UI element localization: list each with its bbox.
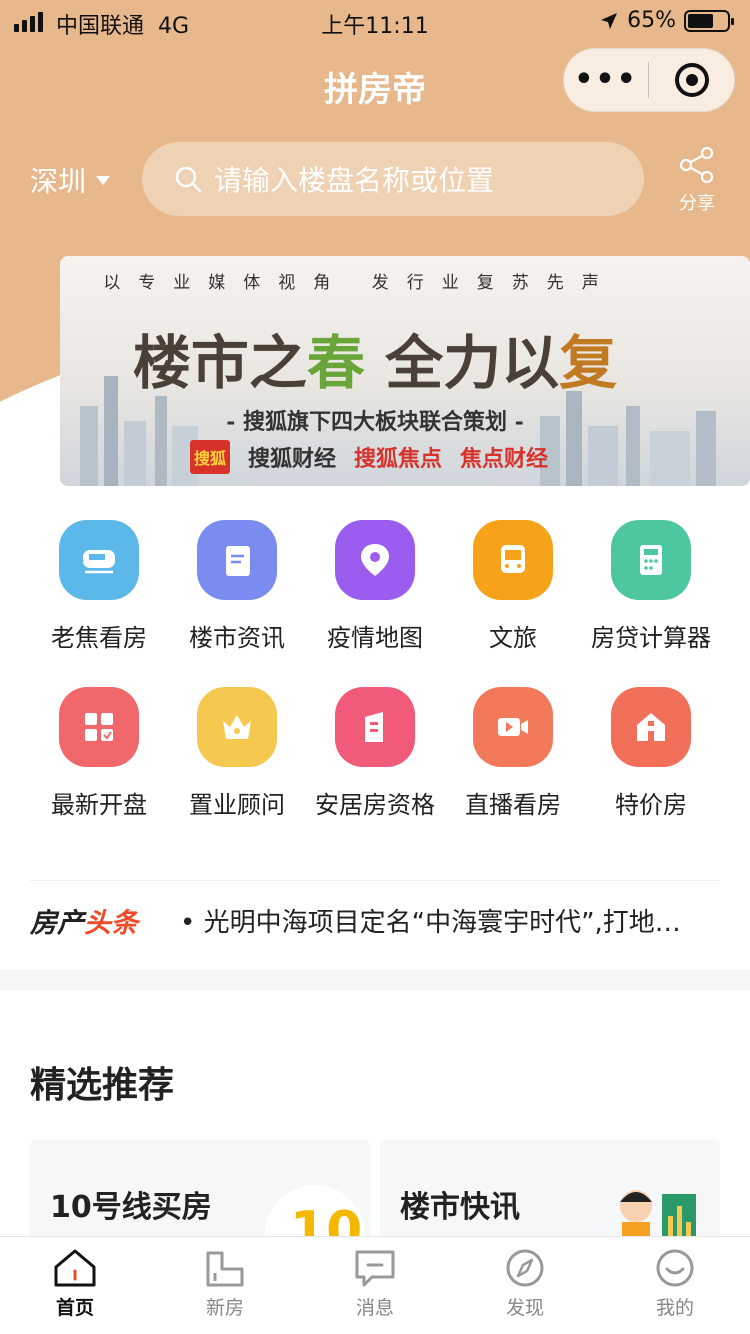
grid-item-label: 直播看房 (465, 791, 561, 819)
banner-headline: 楼市之春 全力以复 (132, 329, 618, 397)
grid-item-label: 疫情地图 (327, 624, 423, 652)
tab-label: 消息 (355, 1297, 394, 1319)
building-icon (335, 687, 415, 767)
sohu-focus-logo: 搜狐焦点 (354, 447, 443, 472)
document-icon (197, 520, 277, 600)
grid-item-culture-travel[interactable]: 文旅 (444, 520, 582, 653)
video-icon (473, 687, 553, 767)
grid-item-property-consultant[interactable]: 置业顾问 (168, 687, 306, 820)
banner-top-line: 以专业媒体视角 发行业复苏先声 (103, 273, 617, 293)
chat-bubble-icon (355, 1250, 395, 1287)
grid-item-label: 老焦看房 (51, 624, 147, 652)
tab-profile[interactable]: 我的 (600, 1237, 750, 1334)
menu-capsule: ••• (563, 48, 735, 112)
recommend-card-line10[interactable]: 10号线买房 10 (30, 1140, 370, 1250)
grid-item-label: 特价房 (615, 791, 687, 819)
grid-check-icon (59, 687, 139, 767)
grid-item-housing-eligibility[interactable]: 安居房资格 (306, 687, 444, 820)
grid-item-epidemic-map[interactable]: 疫情地图 (306, 520, 444, 653)
grid-item-label: 安居房资格 (315, 791, 435, 819)
city-label: 深圳 (30, 165, 87, 198)
crown-icon (197, 687, 277, 767)
search-placeholder: 请输入楼盘名称或位置 (214, 164, 495, 197)
tab-label: 新房 (205, 1297, 244, 1319)
share-icon (679, 146, 714, 184)
grid-item-mortgage-calculator[interactable]: 房贷计算器 (582, 520, 720, 653)
banner-subtitle: - 搜狐旗下四大板块联合策划 - (226, 409, 524, 435)
focus-finance-logo: 焦点财经 (460, 447, 549, 472)
mini-program-page: 中国联通 4G 上午11:11 65% 拼房帝 ••• 深圳 请输入楼盘名称或位… (0, 0, 750, 1334)
status-right: 65% (599, 8, 734, 33)
headline-text: • 光明中海项目定名“中海寰宇时代”,打地… (180, 908, 681, 938)
status-bar: 中国联通 4G 上午11:11 65% (0, 0, 750, 44)
section-title: 精选推荐 (30, 1065, 175, 1106)
tab-new-homes[interactable]: 新房 (150, 1237, 300, 1334)
tab-discover[interactable]: 发现 (450, 1237, 600, 1334)
search-input[interactable]: 请输入楼盘名称或位置 (142, 142, 644, 216)
tab-label: 我的 (655, 1297, 694, 1319)
tab-label: 发现 (505, 1297, 544, 1319)
grid-item-special-price[interactable]: 特价房 (582, 687, 720, 820)
tab-home[interactable]: 首页 (0, 1237, 150, 1334)
grid-item-label: 房贷计算器 (591, 624, 711, 652)
card-title: 楼市快讯 (400, 1190, 520, 1225)
recommend-card-market-flash[interactable]: 楼市快讯 (380, 1140, 720, 1250)
building-outline-icon (206, 1251, 244, 1287)
sohu-logo: 搜狐 (190, 440, 230, 474)
house-icon (611, 687, 691, 767)
home-icon (54, 1249, 96, 1287)
grid-item-label: 文旅 (489, 624, 537, 652)
promo-banner[interactable]: 以专业媒体视角 发行业复苏先声 楼市之春 全力以复 - 搜狐旗下四大板块联合策划… (60, 256, 750, 486)
headline-tag: 房产头条 (30, 908, 138, 939)
tab-messages[interactable]: 消息 (300, 1237, 450, 1334)
tab-bar: 首页 新房 消息 发现 我的 (0, 1236, 750, 1334)
sohu-finance-logo: 搜狐财经 (248, 447, 337, 472)
location-arrow-icon (601, 12, 618, 29)
grid-item-lao-jiao-kan-fang[interactable]: 老焦看房 (30, 520, 168, 653)
battery-icon (684, 9, 734, 32)
feature-row-2: 最新开盘 置业顾问 安居房资格 直播看房 特价房 (30, 687, 720, 820)
grid-item-new-openings[interactable]: 最新开盘 (30, 687, 168, 820)
smile-face-icon (656, 1249, 694, 1287)
close-target-icon (674, 63, 709, 97)
search-icon (175, 166, 202, 193)
section-divider (0, 970, 750, 990)
train-icon (59, 520, 139, 600)
grid-item-live-viewing[interactable]: 直播看房 (444, 687, 582, 820)
grid-item-label: 楼市资讯 (189, 624, 285, 652)
grid-item-label: 最新开盘 (51, 791, 147, 819)
headline-ticker[interactable]: 房产头条 • 光明中海项目定名“中海寰宇时代”,打地… (30, 880, 720, 960)
city-selector[interactable]: 深圳 (30, 160, 111, 200)
share-label: 分享 (679, 193, 715, 214)
battery-percent: 65% (627, 8, 676, 33)
map-pin-icon (335, 520, 415, 600)
banner-logos: 搜狐 搜狐财经 搜狐焦点 焦点财经 (190, 440, 548, 474)
feature-grid: 老焦看房 楼市资讯 疫情地图 文旅 房贷计算器 最新开盘 置业顾问 安居房资格 … (30, 520, 720, 854)
more-button[interactable]: ••• (564, 65, 648, 95)
grid-item-label: 置业顾问 (189, 791, 285, 819)
share-button[interactable]: 分享 (672, 146, 722, 215)
grid-item-market-news[interactable]: 楼市资讯 (168, 520, 306, 653)
card-title: 10号线买房 (50, 1190, 212, 1225)
caret-down-icon (96, 175, 111, 185)
compass-icon (506, 1249, 544, 1287)
feature-row-1: 老焦看房 楼市资讯 疫情地图 文旅 房贷计算器 (30, 520, 720, 653)
bus-icon (473, 520, 553, 600)
calculator-icon (611, 520, 691, 600)
tab-label: 首页 (55, 1297, 94, 1319)
close-button[interactable] (649, 63, 734, 97)
